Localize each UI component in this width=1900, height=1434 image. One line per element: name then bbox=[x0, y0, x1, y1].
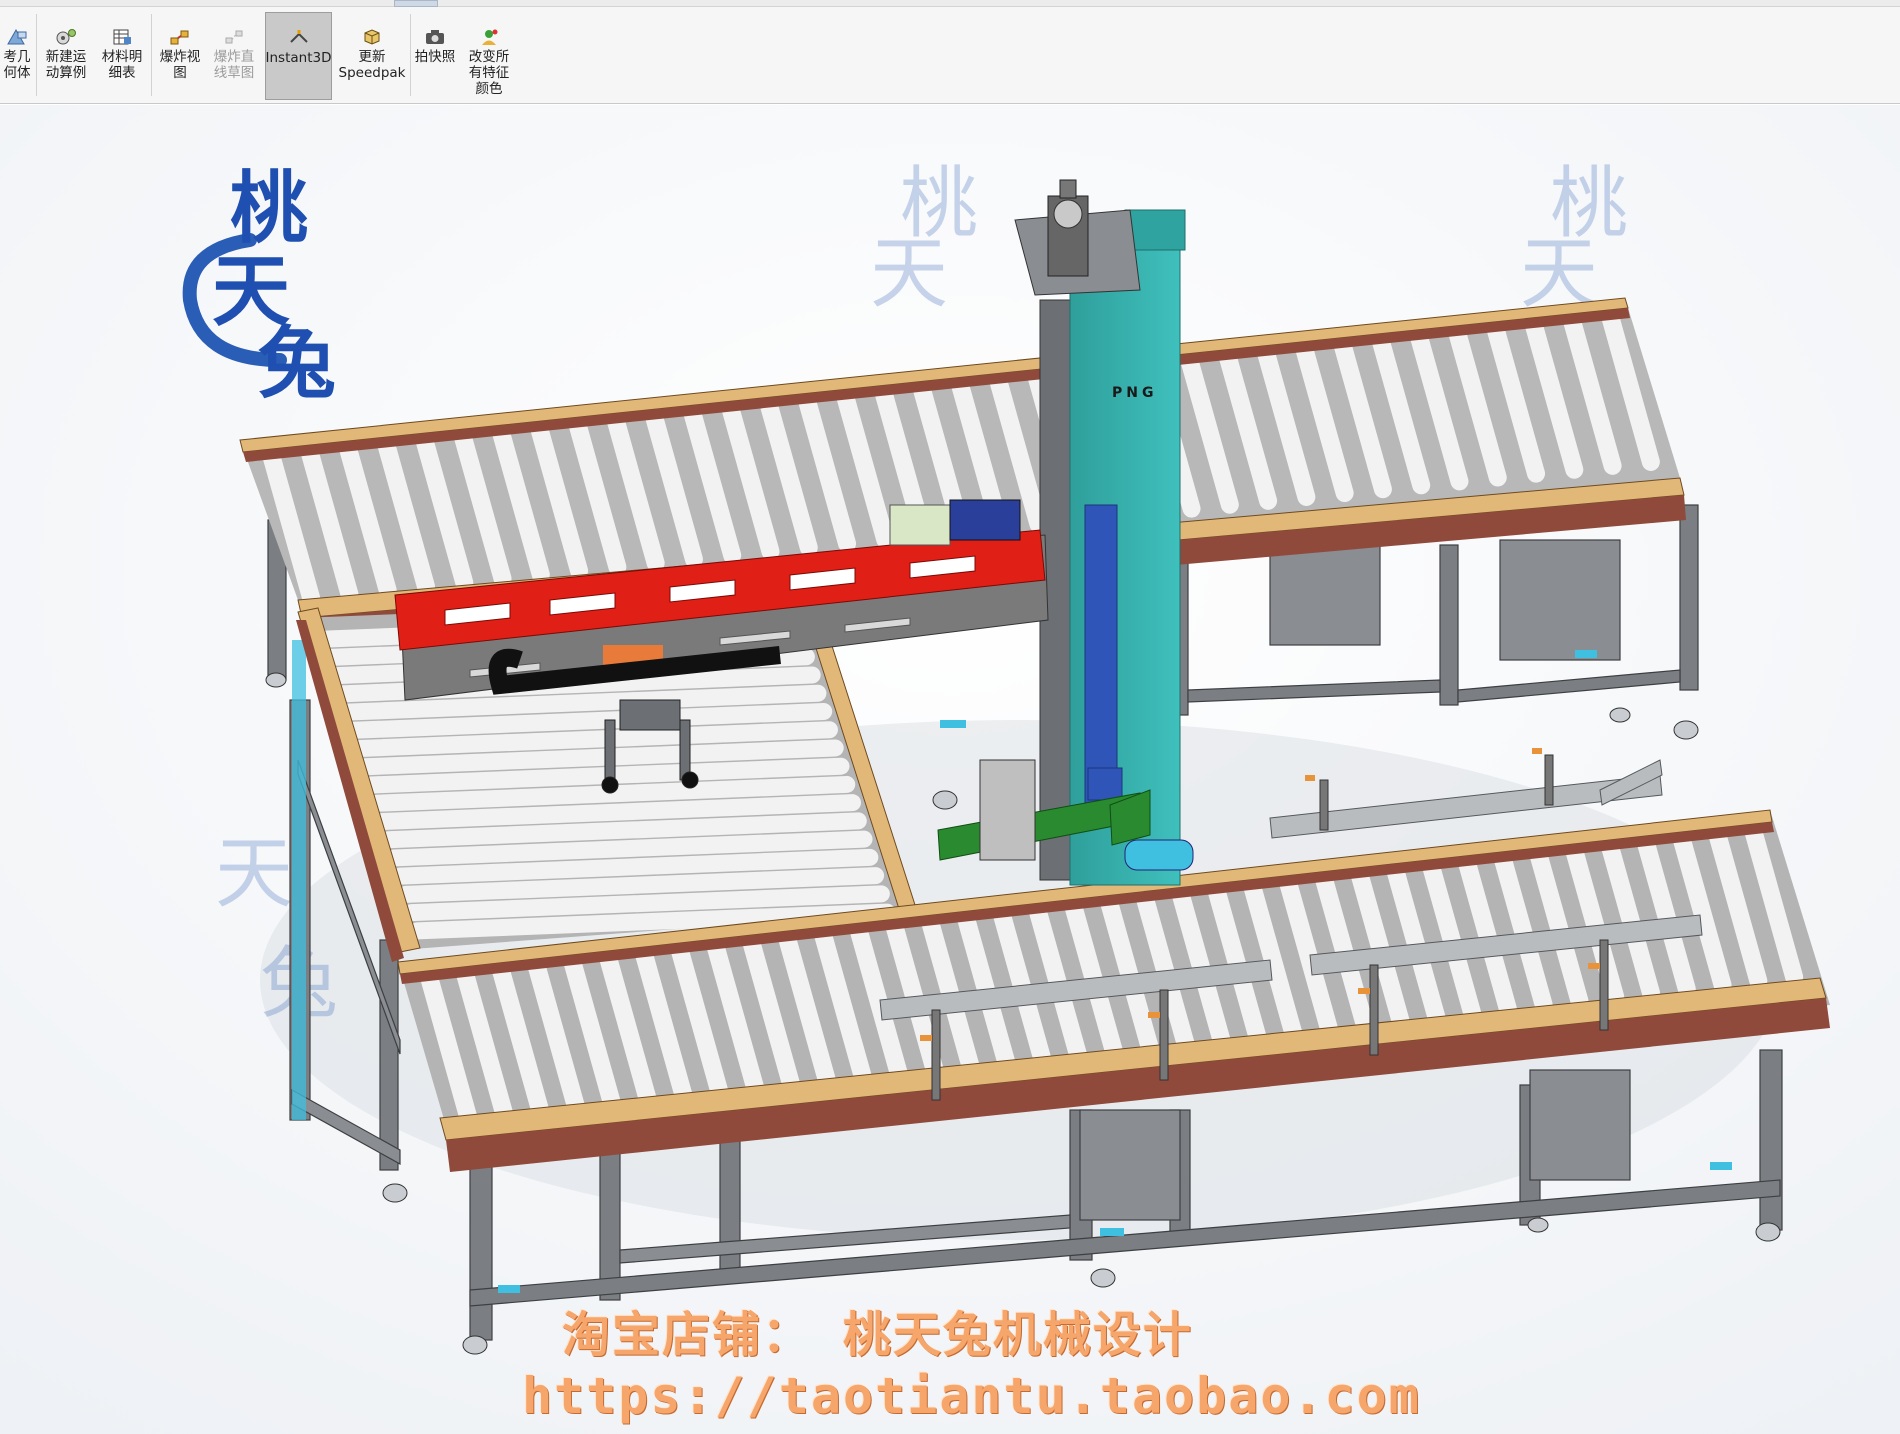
svg-text:天: 天 bbox=[215, 829, 293, 919]
change-feature-colors-label: 改变所 有特征 颜色 bbox=[468, 49, 510, 97]
exploded-view-button[interactable]: 爆炸视 图 bbox=[155, 12, 205, 100]
new-motion-study-label: 新建运 动算例 bbox=[45, 49, 87, 81]
bill-of-materials-label: 材料明 细表 bbox=[101, 49, 143, 81]
take-snapshot-icon bbox=[426, 30, 444, 44]
instant3d-icon bbox=[289, 30, 308, 43]
mount-bracket-cyan bbox=[1100, 1228, 1124, 1236]
logo-char-3: 兔 bbox=[258, 318, 336, 409]
update-speedpak-button[interactable]: 更新 Speedpak bbox=[337, 12, 407, 100]
explode-line-sketch-button[interactable]: 爆炸直 线草图 bbox=[208, 12, 260, 100]
shop-name-watermark: 淘宝店铺： 桃天兔机械设计 bbox=[562, 1307, 1193, 1363]
instant3d-label: Instant3D bbox=[265, 50, 332, 66]
reference-geometry-icon bbox=[7, 28, 27, 45]
shop-url-watermark: https://taotiantu.taobao.com bbox=[522, 1367, 1421, 1425]
column-blue-plate bbox=[1084, 504, 1118, 806]
explode-line-sketch-icon bbox=[225, 30, 243, 44]
toolbar-separator bbox=[410, 14, 411, 96]
mount-bracket-cyan bbox=[1710, 1162, 1732, 1170]
exploded-view-icon bbox=[170, 30, 189, 45]
mount-bracket-cyan bbox=[1575, 650, 1597, 658]
change-feature-colors-button[interactable]: 改变所 有特征 颜色 bbox=[462, 12, 516, 100]
toolbar-top-strip bbox=[0, 0, 1900, 7]
toolbar-separator bbox=[36, 14, 37, 96]
new-motion-study-icon bbox=[56, 29, 76, 45]
mount-bracket-cyan bbox=[940, 720, 966, 728]
take-snapshot-button[interactable]: 拍快照 bbox=[412, 12, 458, 100]
command-manager-toolbar: 考几 何体 新建运 动算例 材料明 细表 爆炸视 图 爆炸直 线草图 Insta… bbox=[0, 0, 1900, 104]
reference-geometry-label: 考几 何体 bbox=[3, 49, 31, 81]
reference-geometry-button[interactable]: 考几 何体 bbox=[0, 12, 34, 100]
column-label: PNG bbox=[1112, 385, 1157, 401]
new-motion-study-button[interactable]: 新建运 动算例 bbox=[40, 12, 92, 100]
svg-text:天: 天 bbox=[870, 229, 948, 319]
logo-char-1: 桃 bbox=[230, 163, 308, 254]
toolbar-separator bbox=[151, 14, 152, 96]
tab-marker[interactable] bbox=[394, 0, 438, 7]
bill-of-materials-button[interactable]: 材料明 细表 bbox=[96, 12, 148, 100]
mount-bracket-cyan bbox=[498, 1285, 520, 1293]
update-speedpak-label: 更新 Speedpak bbox=[338, 49, 406, 81]
exploded-view-label: 爆炸视 图 bbox=[159, 49, 201, 81]
instant3d-button[interactable]: Instant3D bbox=[265, 12, 332, 100]
graphics-viewport[interactable]: 桃 天 兔 桃 天 桃 天 天 兔 天 bbox=[0, 105, 1900, 1434]
bill-of-materials-icon bbox=[113, 29, 131, 45]
left-side-panel-cyan bbox=[292, 640, 306, 1120]
assembly-graphics: 桃 天 兔 桃 天 桃 天 天 兔 天 bbox=[0, 105, 1900, 1434]
change-feature-colors-icon bbox=[482, 29, 498, 45]
take-snapshot-label: 拍快照 bbox=[414, 49, 456, 65]
update-speedpak-icon bbox=[364, 29, 380, 45]
explode-line-sketch-label: 爆炸直 线草图 bbox=[213, 49, 255, 81]
